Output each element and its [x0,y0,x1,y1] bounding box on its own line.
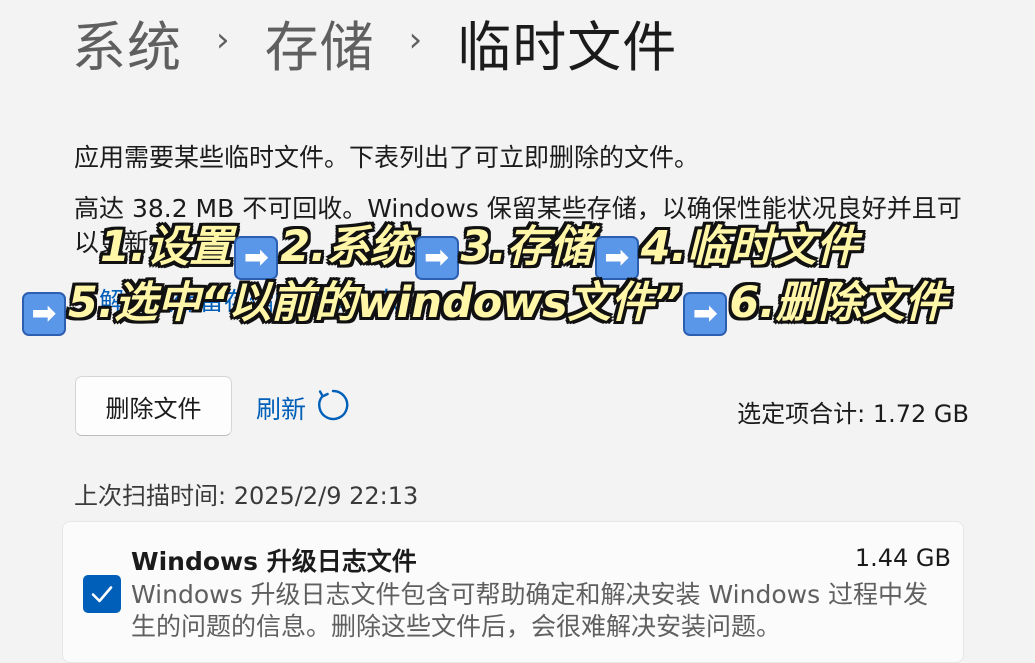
checkmark-icon [91,586,113,603]
item-checkbox[interactable] [83,575,121,613]
overlay-step-4: 4.临时文件 [640,222,860,272]
overlay-step-2: 2.系统 [280,222,413,272]
selected-total: 选定项合计: 1.72 GB [737,400,969,428]
refresh-label: 刷新 [256,395,307,424]
list-item[interactable]: Windows 升级日志文件 1.44 GB Windows 升级日志文件包含可… [62,521,964,663]
breadcrumb-storage[interactable]: 存储 [265,3,375,82]
last-scan-time: 上次扫描时间: 2025/2/9 22:13 [74,482,419,510]
delete-files-button[interactable]: 删除文件 [75,376,232,436]
item-title: Windows 升级日志文件 [131,547,417,576]
breadcrumb: 系统 › 存储 › 临时文件 [72,6,677,79]
chevron-right-icon: › [216,20,231,60]
breadcrumb-system[interactable]: 系统 [72,3,182,82]
refresh-icon [316,388,350,428]
overlay-line-2: ➡ 5.选中“以前的windows文件” ➡ 6.删除文件 [20,268,948,336]
overlay-step-3: 3.存储 [460,222,593,272]
item-description: Windows 升级日志文件包含可帮助确定和解决安装 Windows 过程中发生… [131,580,929,641]
arrow-right-icon: ➡ [22,292,66,336]
intro-text: 应用需要某些临时文件。下表列出了可立即删除的文件。 [74,143,700,172]
refresh-button[interactable]: 刷新 [256,388,350,428]
chevron-right-icon: › [408,20,424,60]
tutorial-overlay: 1.设置 ➡ 2.系统 ➡ 3.存储 ➡ 4.临时文件 ➡ 5.选中“以前的windows文件… [0,206,1035,336]
arrow-right-icon: ➡ [683,292,728,336]
overlay-step-6: 6.删除文件 [729,278,948,328]
page-title: 临时文件 [457,15,678,79]
item-size: 1.44 GB [854,544,951,572]
overlay-step-5: 5.选中“以前的windows文件” [68,278,682,328]
overlay-step-1: 1.设置 [100,222,233,272]
